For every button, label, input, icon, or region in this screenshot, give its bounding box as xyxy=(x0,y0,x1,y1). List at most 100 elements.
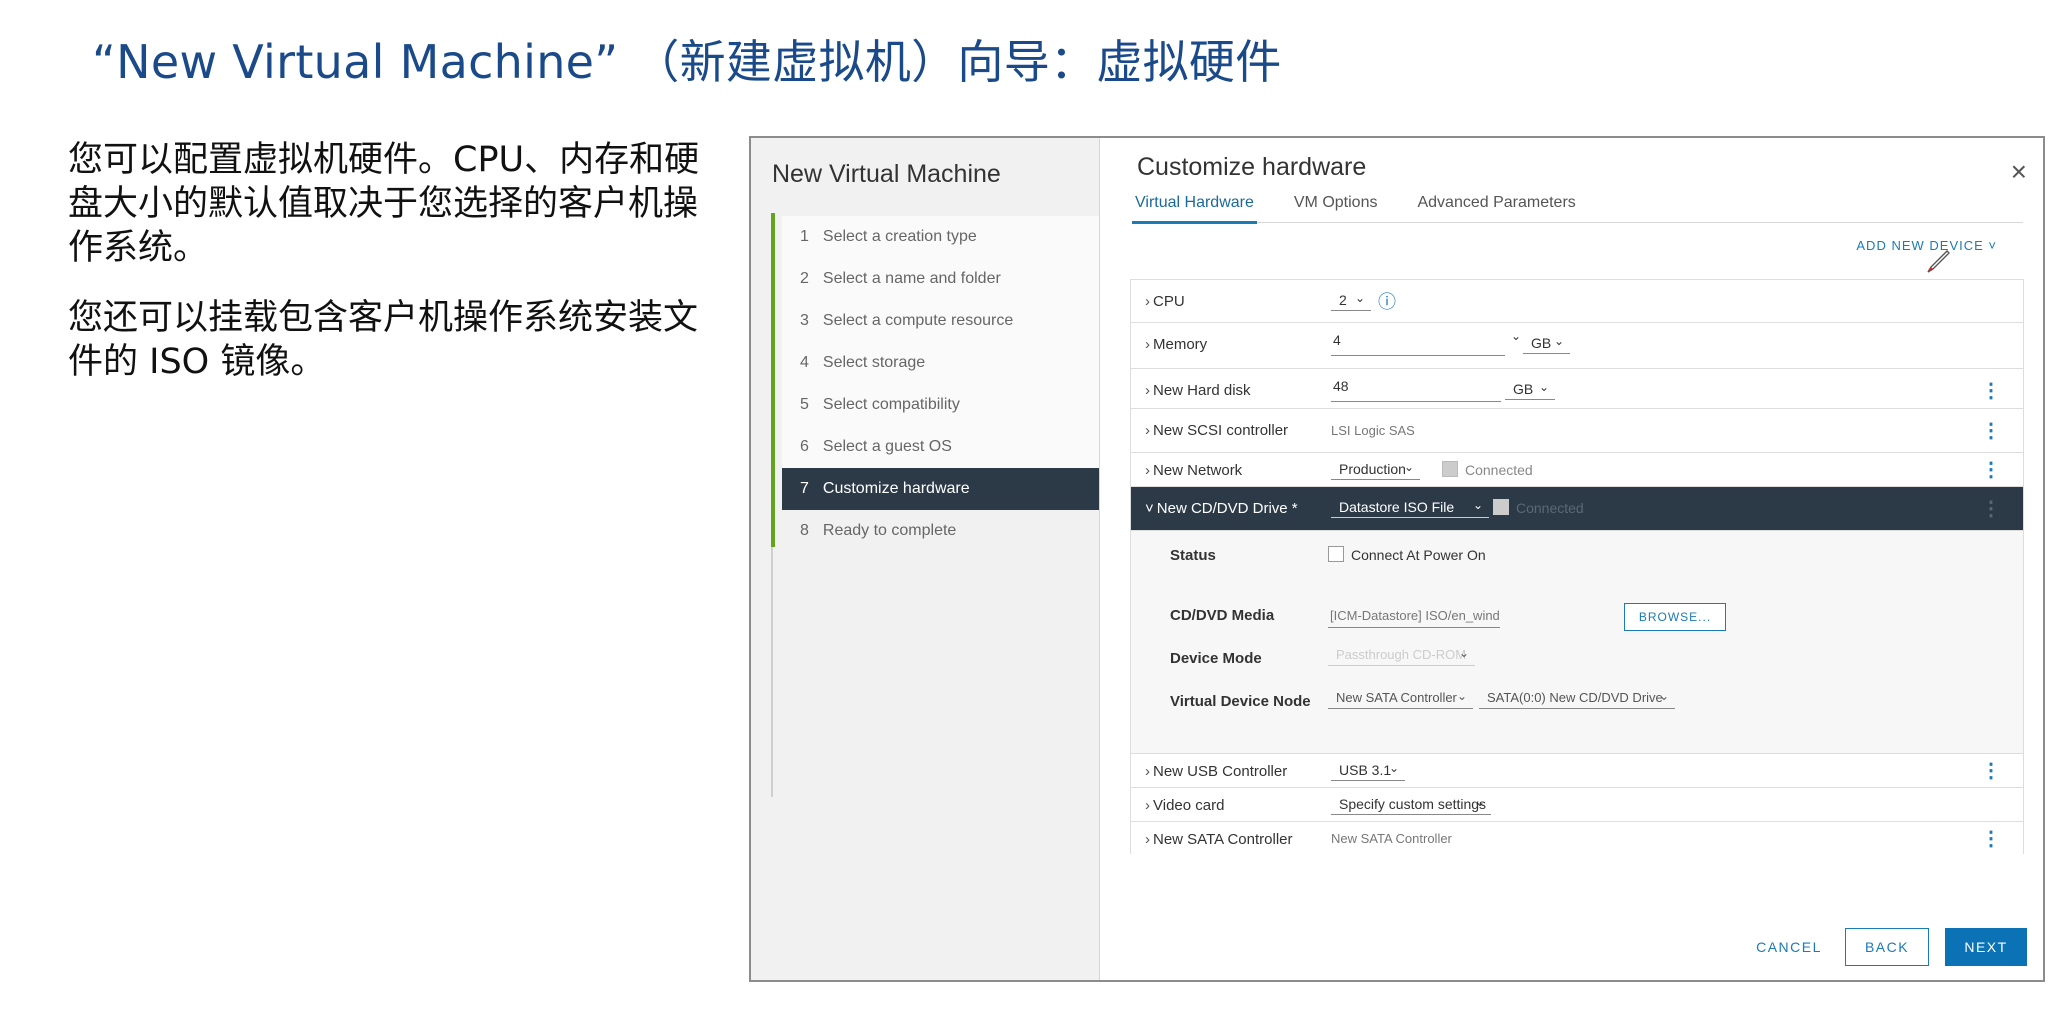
wizard-step-1[interactable]: 1 Select a creation type xyxy=(782,216,1099,258)
row-label: CPU xyxy=(1153,293,1185,310)
chevron-down-icon: ⌄ xyxy=(1553,334,1564,348)
media-label: CD/DVD Media xyxy=(1170,607,1275,624)
memory-input[interactable]: 4 xyxy=(1331,332,1505,356)
disk-size-input[interactable]: 48 xyxy=(1331,378,1501,402)
step-label: Select a guest OS xyxy=(822,438,952,455)
checkbox-icon xyxy=(1442,461,1458,477)
hardware-row-cd-dvd[interactable]: ˅ New CD/DVD Drive * Datastore ISO File ⌄ … xyxy=(1130,487,2024,531)
next-button[interactable]: NEXT xyxy=(1945,928,2027,966)
chevron-down-icon: ⌄ xyxy=(1403,460,1414,474)
progress-track xyxy=(771,547,773,797)
wizard-step-5[interactable]: 5 Select compatibility xyxy=(782,384,1099,426)
hardware-row-network[interactable]: › New Network Production ⌄ Connected ⋮ xyxy=(1130,453,2024,487)
memory-unit-select[interactable]: GB ⌄ xyxy=(1523,332,1570,354)
disk-unit-select[interactable]: GB ⌄ xyxy=(1505,378,1555,400)
tab-virtual-hardware[interactable]: Virtual Hardware xyxy=(1132,194,1257,224)
chevron-down-icon: ⌄ xyxy=(1472,498,1483,512)
wizard-step-8[interactable]: 8 Ready to complete xyxy=(782,510,1099,552)
chevron-down-icon[interactable]: ˅ xyxy=(1145,500,1154,517)
info-icon[interactable]: ⓘ xyxy=(1378,288,1396,314)
device-node-controller-select[interactable]: New SATA Controller ⌄ xyxy=(1328,687,1473,709)
status-label: Status xyxy=(1170,547,1216,564)
chevron-down-icon[interactable]: ⌄ xyxy=(1511,329,1521,343)
hardware-row-cpu[interactable]: › CPU 2 ⌄ ⓘ xyxy=(1130,280,2024,323)
cd-dvd-source-select[interactable]: Datastore ISO File ⌄ xyxy=(1331,496,1489,518)
wizard-step-2[interactable]: 2 Select a name and folder xyxy=(782,258,1099,300)
more-options-icon[interactable]: ⋮ xyxy=(1981,378,2001,403)
wizard-footer: CANCEL BACK NEXT xyxy=(1733,928,2027,966)
chevron-right-icon[interactable]: › xyxy=(1145,336,1150,353)
chevron-right-icon[interactable]: › xyxy=(1145,797,1150,814)
device-node-slot-select[interactable]: SATA(0:0) New CD/DVD Drive ⌄ xyxy=(1479,687,1675,709)
hardware-row-scsi[interactable]: › New SCSI controller LSI Logic SAS ⋮ xyxy=(1130,409,2024,453)
wizard-main: Customize hardware × Virtual Hardware VM… xyxy=(1100,138,2043,980)
chevron-down-icon: ⌄ xyxy=(1354,291,1365,305)
row-label: New SATA Controller xyxy=(1153,831,1293,848)
back-button[interactable]: BACK xyxy=(1845,928,1929,966)
progress-bar xyxy=(771,213,775,547)
sata-controller-value: New SATA Controller xyxy=(1331,831,1452,846)
more-options-icon[interactable]: ⋮ xyxy=(1981,758,2001,783)
more-options-icon[interactable]: ⋮ xyxy=(1981,418,2001,443)
cancel-button[interactable]: CANCEL xyxy=(1749,928,1829,966)
wizard-step-3[interactable]: 3 Select a compute resource xyxy=(782,300,1099,342)
new-vm-dialog: New Virtual Machine 1 Select a creation t… xyxy=(749,136,2045,982)
slide-paragraph-1: 您可以配置虚拟机硬件。CPU、内存和硬盘大小的默认值取决于您选择的客户机操作系统… xyxy=(68,140,700,268)
more-options-icon[interactable]: ⋮ xyxy=(1981,826,2001,851)
media-path-input[interactable]: [ICM-Datastore] ISO/en_windo xyxy=(1328,604,1500,628)
row-label: Memory xyxy=(1153,336,1208,353)
more-options-icon[interactable]: ⋮ xyxy=(1981,496,2001,521)
chevron-right-icon[interactable]: › xyxy=(1145,382,1150,399)
hardware-row-hard-disk[interactable]: › New Hard disk 48 GB ⌄ ⋮ xyxy=(1130,369,2024,409)
wizard-step-7[interactable]: 7 Customize hardware xyxy=(782,468,1099,510)
step-label: Select a compute resource xyxy=(822,312,1014,329)
tab-advanced-parameters[interactable]: Advanced Parameters xyxy=(1414,194,1578,221)
checkbox-icon xyxy=(1328,546,1344,562)
slide-paragraph-2: 您还可以挂载包含客户机操作系统安装文件的 ISO 镜像。 xyxy=(68,298,699,382)
row-label: New CD/DVD Drive * xyxy=(1156,500,1298,517)
step-label: Customize hardware xyxy=(822,480,970,497)
device-mode-select[interactable]: Passthrough CD-ROM ⌄ xyxy=(1328,644,1475,666)
cd-dvd-details: Status Connect At Power On CD/DVD Media … xyxy=(1130,531,2024,754)
network-select[interactable]: Production ⌄ xyxy=(1331,458,1420,480)
chevron-right-icon[interactable]: › xyxy=(1145,462,1150,479)
close-icon[interactable]: × xyxy=(2011,156,2027,188)
wizard-step-4[interactable]: 4 Select storage xyxy=(782,342,1099,384)
chevron-down-icon: ⌄ xyxy=(1388,761,1399,775)
pen-cursor-icon xyxy=(1927,250,1950,273)
chevron-right-icon[interactable]: › xyxy=(1145,763,1150,780)
cpu-select[interactable]: 2 ⌄ xyxy=(1331,289,1371,311)
video-card-select[interactable]: Specify custom settings ⌄ xyxy=(1331,793,1491,815)
row-label: New SCSI controller xyxy=(1153,422,1289,439)
row-label: New Hard disk xyxy=(1153,382,1251,399)
hardware-row-memory[interactable]: › Memory 4 ⌄ GB ⌄ xyxy=(1130,323,2024,369)
row-label: New USB Controller xyxy=(1153,763,1288,780)
browse-button[interactable]: BROWSE... xyxy=(1624,603,1726,631)
virtual-device-node-label: Virtual Device Node xyxy=(1170,693,1311,710)
tab-vm-options[interactable]: VM Options xyxy=(1291,194,1381,221)
chevron-down-icon: ⌄ xyxy=(1456,689,1467,703)
usb-version-select[interactable]: USB 3.1 ⌄ xyxy=(1331,759,1405,781)
hardware-row-sata[interactable]: › New SATA Controller New SATA Controller… xyxy=(1130,822,2024,854)
wizard-step-6[interactable]: 6 Select a guest OS xyxy=(782,426,1099,468)
chevron-right-icon[interactable]: › xyxy=(1145,293,1150,310)
chevron-right-icon[interactable]: › xyxy=(1145,831,1150,848)
more-options-icon[interactable]: ⋮ xyxy=(1981,457,2001,482)
connect-at-power-on-checkbox[interactable]: Connect At Power On xyxy=(1328,546,1486,563)
hardware-row-usb[interactable]: › New USB Controller USB 3.1 ⌄ ⋮ xyxy=(1130,754,2024,788)
chevron-down-icon: ⌄ xyxy=(1538,380,1549,394)
cd-dvd-connected-checkbox[interactable]: Connected xyxy=(1493,499,1584,516)
scsi-type-value: LSI Logic SAS xyxy=(1331,423,1415,438)
chevron-right-icon[interactable]: › xyxy=(1145,422,1150,439)
hardware-row-video-card[interactable]: › Video card Specify custom settings ⌄ xyxy=(1130,788,2024,822)
chevron-down-icon: ⌄ xyxy=(1474,795,1485,809)
tab-bar: Virtual Hardware VM Options Advanced Par… xyxy=(1132,194,2023,224)
checkbox-icon xyxy=(1493,499,1509,515)
row-label: New Network xyxy=(1153,462,1243,479)
network-connected-checkbox[interactable]: Connected xyxy=(1442,461,1533,478)
wizard-nav: New Virtual Machine 1 Select a creation t… xyxy=(751,138,1100,980)
slide-body: 您可以配置虚拟机硬件。CPU、内存和硬盘大小的默认值取决于您选择的客户机操作系统… xyxy=(68,138,708,410)
chevron-down-icon: ⌄ xyxy=(1658,689,1669,703)
slide-title: “New Virtual Machine” （新建虚拟机）向导：虚拟硬件 xyxy=(92,35,1282,89)
row-label: Video card xyxy=(1153,797,1225,814)
